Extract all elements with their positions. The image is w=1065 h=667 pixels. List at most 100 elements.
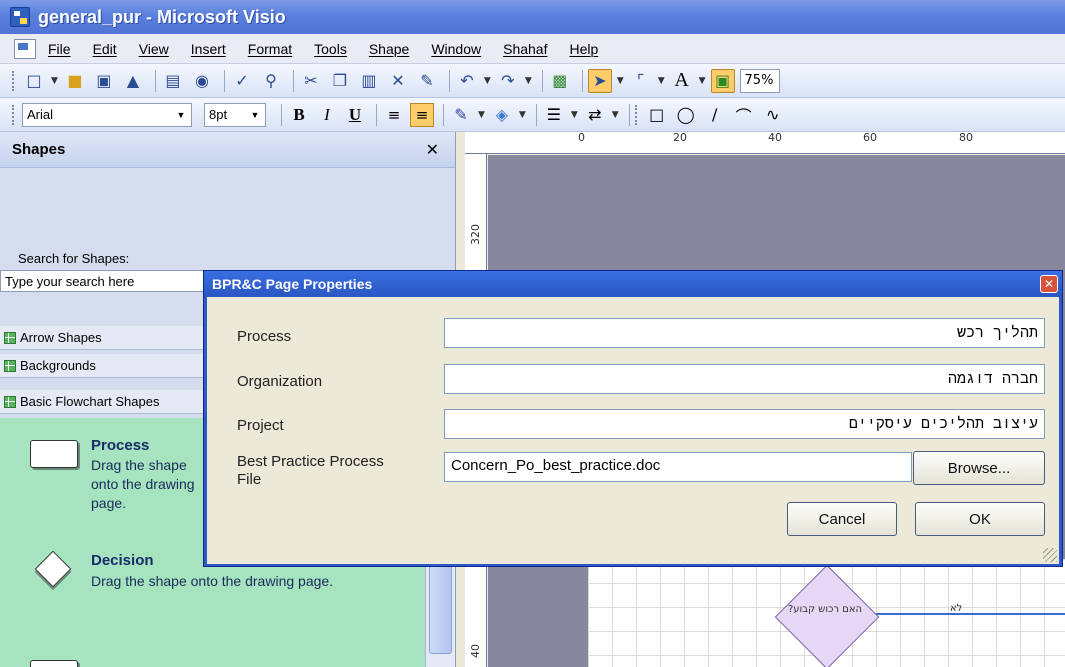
arc-tool-icon[interactable]: ⌒ bbox=[732, 103, 756, 127]
pan-zoom-icon[interactable]: ▣ bbox=[710, 68, 735, 93]
toolbar-grip[interactable] bbox=[12, 70, 16, 91]
freeform-tool-icon[interactable]: ∿ bbox=[761, 103, 785, 127]
redo-icon[interactable]: ↷ bbox=[496, 69, 520, 93]
stencil-label: Arrow Shapes bbox=[20, 330, 102, 345]
align-left-icon[interactable]: ≡ bbox=[382, 103, 406, 127]
menu-shape[interactable]: Shape bbox=[369, 41, 409, 57]
ellipse-tool-icon[interactable]: ◯ bbox=[674, 103, 698, 127]
organization-label: Organization bbox=[237, 373, 323, 390]
save-icon[interactable]: ▣ bbox=[92, 69, 116, 93]
undo-dropdown-icon[interactable]: ▼ bbox=[484, 76, 491, 86]
stencil-backgrounds[interactable]: Backgrounds bbox=[0, 354, 210, 378]
line-color-icon[interactable]: ✎ bbox=[449, 103, 473, 127]
undo-icon[interactable]: ↶ bbox=[455, 69, 479, 93]
line-ends-dropdown-icon[interactable]: ▼ bbox=[612, 110, 619, 120]
menu-edit[interactable]: Edit bbox=[93, 41, 117, 57]
master-process-name[interactable]: Process bbox=[91, 437, 149, 454]
toolbar-separator bbox=[535, 103, 537, 126]
ruler-label: 40 bbox=[768, 132, 782, 144]
toolbar-grip[interactable] bbox=[12, 104, 16, 125]
underline-button[interactable]: U bbox=[343, 103, 367, 127]
best-practice-label: Best Practice Process File bbox=[237, 453, 384, 488]
delete-icon[interactable]: ✕ bbox=[386, 69, 410, 93]
format-painter-icon[interactable]: ✎ bbox=[415, 69, 439, 93]
close-icon[interactable]: ✕ bbox=[426, 140, 439, 159]
master-decision-name[interactable]: Decision bbox=[91, 552, 154, 569]
zoom-box[interactable]: 75% bbox=[739, 68, 780, 93]
resize-grip-icon[interactable] bbox=[1043, 548, 1057, 562]
text-dropdown-icon[interactable]: ▼ bbox=[699, 76, 706, 86]
line-tool-icon[interactable]: ∕ bbox=[703, 103, 727, 127]
shapes-window-icon[interactable]: ▩ bbox=[548, 69, 572, 93]
stencil-icon bbox=[4, 359, 16, 372]
shapes-pane-title: Shapes bbox=[12, 141, 66, 158]
close-icon[interactable]: ✕ bbox=[1040, 275, 1058, 293]
horizontal-ruler: 0 20 40 60 80 bbox=[465, 132, 1065, 154]
menu-tools[interactable]: Tools bbox=[314, 41, 347, 57]
toolbar-separator bbox=[292, 69, 294, 92]
subprocess-shape-icon[interactable] bbox=[30, 660, 78, 667]
search-input[interactable]: Type your search here bbox=[0, 270, 210, 292]
new-document-icon[interactable]: □ bbox=[22, 69, 46, 93]
document-icon[interactable] bbox=[14, 38, 36, 59]
redo-dropdown-icon[interactable]: ▼ bbox=[525, 76, 532, 86]
menu-window[interactable]: Window bbox=[431, 41, 481, 57]
toolbar-separator bbox=[154, 69, 156, 92]
ruler-label: 60 bbox=[863, 132, 877, 144]
print-preview-icon[interactable]: ◉ bbox=[190, 69, 214, 93]
title-bar: general_pur - Microsoft Visio bbox=[0, 0, 1065, 34]
bold-button[interactable]: B bbox=[287, 103, 311, 127]
browse-button[interactable]: Browse... bbox=[913, 451, 1045, 485]
connector-tool-icon[interactable]: ⌜ bbox=[629, 69, 653, 93]
line-weight-icon[interactable]: ☰ bbox=[542, 103, 566, 127]
font-size-box[interactable]: 8pt ▼ bbox=[204, 102, 266, 127]
project-field[interactable]: עיצוב תהליכים עיסקיים bbox=[444, 409, 1045, 439]
organization-field[interactable]: חברה דוגמה bbox=[444, 364, 1045, 394]
stencil-label: Basic Flowchart Shapes bbox=[20, 394, 160, 409]
pointer-dropdown-icon[interactable]: ▼ bbox=[617, 76, 624, 86]
font-name-box[interactable]: Arial ▼ bbox=[22, 102, 192, 127]
fill-color-icon[interactable]: ◈ bbox=[490, 103, 514, 127]
ok-button[interactable]: OK bbox=[915, 502, 1045, 536]
formatting-toolbar: Arial ▼ 8pt ▼ B I U ≡ ≡ ✎ ▼ ◈ ▼ ☰ ▼ ⇄ ▼ … bbox=[0, 98, 1065, 132]
menu-file[interactable]: File bbox=[48, 41, 71, 57]
new-dropdown-icon[interactable]: ▼ bbox=[51, 76, 58, 86]
menu-insert[interactable]: Insert bbox=[191, 41, 226, 57]
italic-button[interactable]: I bbox=[315, 103, 339, 127]
ruler-label: 80 bbox=[959, 132, 973, 144]
stencil-basic-flowchart[interactable]: Basic Flowchart Shapes bbox=[0, 390, 210, 414]
pointer-tool-icon[interactable]: ➤ bbox=[587, 68, 612, 93]
line-weight-dropdown-icon[interactable]: ▼ bbox=[571, 110, 578, 120]
open-folder-icon[interactable]: ■ bbox=[63, 69, 87, 93]
window-title: general_pur - Microsoft Visio bbox=[38, 6, 286, 27]
menu-shahaf[interactable]: Shahaf bbox=[503, 41, 547, 57]
permission-icon[interactable]: ▲ bbox=[121, 69, 145, 93]
menu-help[interactable]: Help bbox=[569, 41, 598, 57]
best-practice-file-field[interactable]: Concern_Po_best_practice.doc bbox=[444, 452, 912, 482]
line-color-dropdown-icon[interactable]: ▼ bbox=[478, 110, 485, 120]
connector-dropdown-icon[interactable]: ▼ bbox=[658, 76, 665, 86]
flowchart-connector[interactable] bbox=[865, 613, 1065, 615]
stencil-icon bbox=[4, 331, 16, 344]
rectangle-tool-icon[interactable]: □ bbox=[645, 103, 669, 127]
copy-icon[interactable]: ❐ bbox=[328, 69, 352, 93]
print-icon[interactable]: ▤ bbox=[161, 69, 185, 93]
cut-icon[interactable]: ✂ bbox=[299, 69, 323, 93]
align-center-icon[interactable]: ≡ bbox=[410, 102, 434, 127]
spelling-icon[interactable]: ✓ bbox=[230, 69, 254, 93]
menu-format[interactable]: Format bbox=[248, 41, 292, 57]
ruler-label: 0 bbox=[578, 132, 585, 144]
paste-icon[interactable]: ▥ bbox=[357, 69, 381, 93]
text-tool-icon[interactable]: A bbox=[670, 69, 694, 93]
stencil-arrow-shapes[interactable]: Arrow Shapes bbox=[0, 326, 210, 350]
cancel-button[interactable]: Cancel bbox=[787, 502, 897, 536]
toolbar-grip[interactable] bbox=[634, 104, 639, 125]
fill-color-dropdown-icon[interactable]: ▼ bbox=[519, 110, 526, 120]
chevron-down-icon[interactable]: ▼ bbox=[173, 106, 189, 124]
process-shape-icon[interactable] bbox=[30, 440, 78, 468]
process-field[interactable]: תהליך רכש bbox=[444, 318, 1045, 348]
chevron-down-icon[interactable]: ▼ bbox=[247, 106, 263, 124]
line-ends-icon[interactable]: ⇄ bbox=[583, 103, 607, 127]
research-icon[interactable]: ⚲ bbox=[259, 69, 283, 93]
menu-view[interactable]: View bbox=[139, 41, 169, 57]
